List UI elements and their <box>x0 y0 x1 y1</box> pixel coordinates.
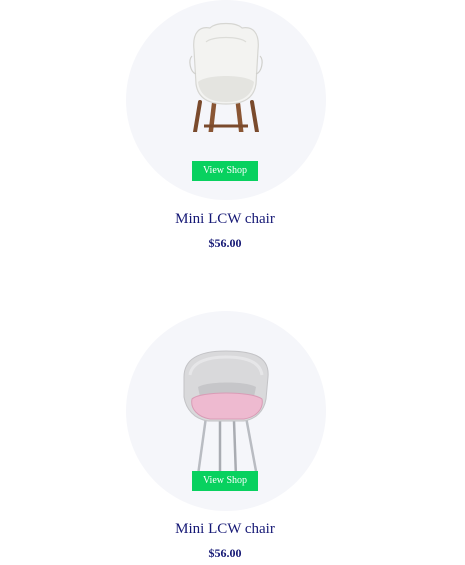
grey-chair-image <box>183 350 269 477</box>
product-name[interactable]: Mini LCW chair <box>0 211 450 228</box>
product-name[interactable]: Mini LCW chair <box>0 521 450 538</box>
product-price: $56.00 <box>208 236 242 250</box>
product-price: $56.00 <box>208 546 242 560</box>
view-shop-button[interactable]: View Shop <box>192 161 258 181</box>
white-chair-image <box>189 22 263 132</box>
product-image-circle[interactable]: View Shop <box>126 0 326 200</box>
product-image-circle[interactable]: View Shop <box>126 311 326 511</box>
view-shop-button[interactable]: View Shop <box>192 471 258 491</box>
